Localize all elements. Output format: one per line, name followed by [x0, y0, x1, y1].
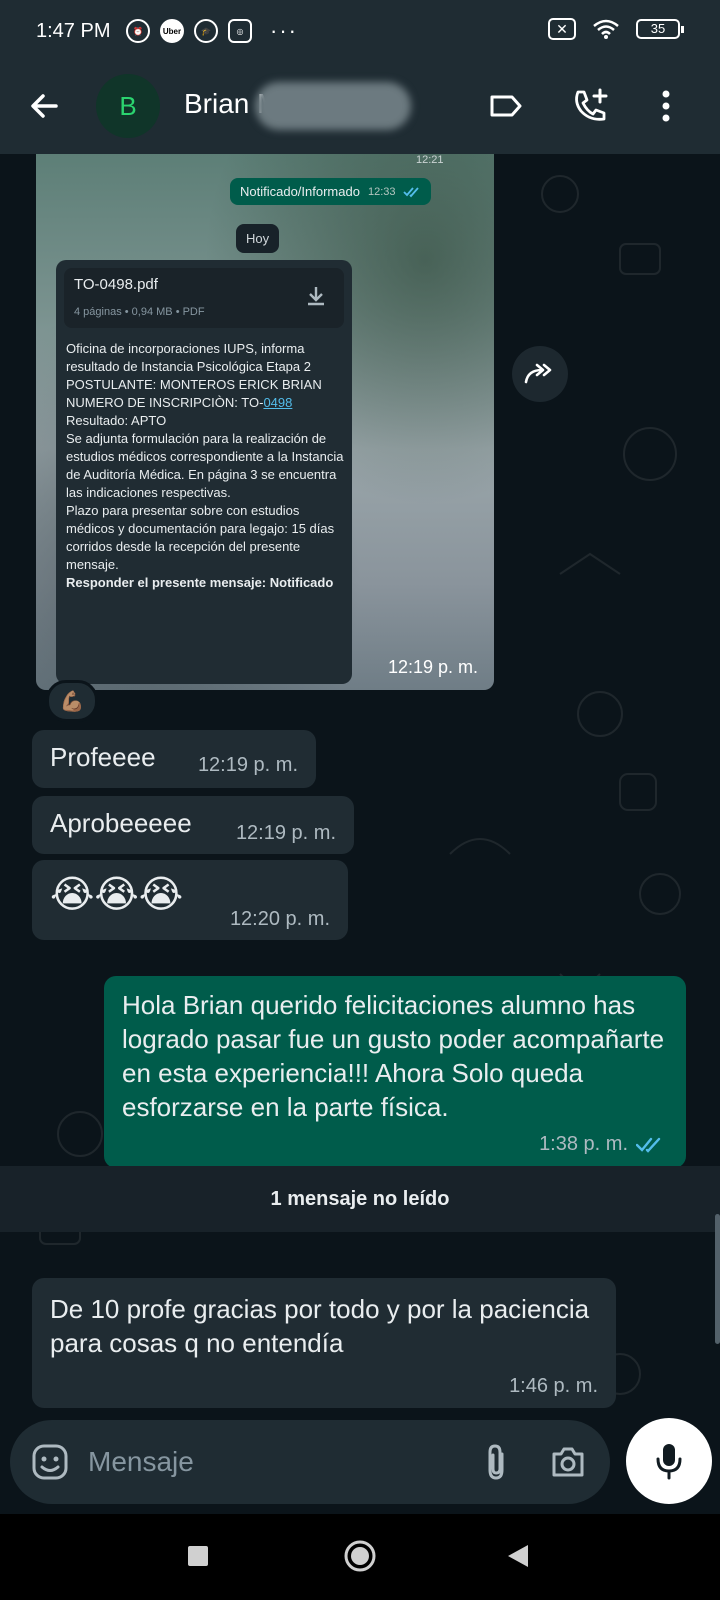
download-icon — [308, 287, 324, 306]
status-system-icons: ✕ 35 — [548, 18, 684, 40]
recents-button[interactable] — [178, 1536, 218, 1576]
more-vert-icon — [662, 90, 670, 122]
emoji-icon[interactable] — [30, 1442, 70, 1482]
inner-top-time: 12:21 — [416, 154, 444, 166]
status-time: 1:47 PM — [36, 20, 111, 42]
caption-line: Plazo para presentar sobre con estudios … — [66, 503, 335, 572]
add-call-button[interactable] — [568, 84, 612, 128]
date-chip: Hoy — [236, 224, 280, 253]
voice-record-button[interactable] — [626, 1418, 712, 1504]
graduation-cap-icon: 🎓 — [194, 19, 218, 43]
scrollbar[interactable] — [715, 1214, 720, 1344]
incoming-message[interactable]: De 10 profe gracias por todo y por la pa… — [32, 1278, 616, 1408]
caption-line: Oficina de incorporaciones IUPS, informa… — [66, 341, 311, 374]
caption-link: 0498 — [263, 395, 293, 410]
document-bubble: TO-0498.pdf 4 páginas • 0,94 MB • PDF Of… — [56, 260, 352, 684]
message-time: 12:20 p. m. — [229, 908, 330, 930]
caption-line: Resultado: APTO — [66, 413, 167, 428]
battery-icon: 35 — [636, 19, 684, 39]
message-time: 12:19 p. m. — [197, 754, 298, 776]
forward-icon — [524, 363, 552, 384]
message-input[interactable] — [88, 1440, 448, 1484]
status-bar: 1:47 PM ⏰ Uber 🎓 ◎ ··· ✕ 35 — [0, 0, 720, 64]
status-notification-icons: ⏰ Uber 🎓 ◎ ··· — [126, 18, 298, 44]
no-sim-icon: ✕ — [548, 18, 576, 40]
incoming-message[interactable]: Profeeee 12:19 p. m. — [32, 730, 316, 788]
message-time: 1:46 p. m. — [509, 1375, 598, 1397]
message-text: Hola Brian querido felicitaciones alumno… — [122, 990, 665, 1122]
message-text: De 10 profe gracias por todo y por la pa… — [50, 1294, 590, 1358]
forward-button[interactable] — [512, 346, 568, 402]
inner-outgoing-text: Notificado/Informado — [240, 184, 360, 199]
inner-outgoing-bubble: Notificado/Informado 12:33 — [230, 178, 432, 205]
message-time: 12:19 p. m. — [387, 657, 478, 677]
message-text: Profeeee — [50, 742, 156, 772]
outgoing-message[interactable]: Hola Brian querido felicitaciones alumno… — [104, 976, 686, 1168]
unread-messages-banner: 1 mensaje no leído — [0, 1166, 720, 1232]
home-icon — [344, 1540, 376, 1572]
system-navigation-bar — [0, 1514, 720, 1600]
read-ticks-icon — [403, 186, 420, 197]
document-name: TO-0498.pdf — [74, 276, 158, 293]
instagram-icon: ◎ — [228, 19, 252, 43]
read-ticks-icon — [636, 1137, 661, 1153]
label-icon — [490, 95, 522, 117]
home-button[interactable] — [340, 1536, 380, 1576]
incoming-message[interactable]: Aprobeeeee 12:19 p. m. — [32, 796, 354, 854]
document-caption: Oficina de incorporaciones IUPS, informa… — [66, 340, 346, 592]
more-options-button[interactable] — [644, 84, 688, 128]
contact-avatar[interactable]: B — [96, 74, 160, 138]
message-text: Aprobeeeee — [50, 808, 192, 838]
uber-icon: Uber — [160, 19, 184, 43]
chat-header: B Brian M — [0, 64, 720, 154]
more-notifications-icon: ··· — [270, 18, 298, 43]
back-nav-icon — [508, 1545, 528, 1567]
message-text: 😭😭😭 — [50, 874, 184, 916]
alarm-icon: ⏰ — [126, 19, 150, 43]
mic-icon — [656, 1444, 682, 1480]
caption-line: NUMERO DE INSCRIPCIÒN: TO-0498 — [66, 394, 346, 412]
redaction-blur — [255, 82, 411, 130]
wifi-icon — [593, 19, 619, 39]
message-time: 1:38 p. m. — [539, 1133, 628, 1155]
camera-icon[interactable] — [548, 1442, 588, 1482]
caption-text: NUMERO DE INSCRIPCIÒN: TO- — [66, 395, 264, 410]
attach-icon[interactable] — [476, 1442, 516, 1482]
message-composer — [10, 1420, 610, 1504]
add-call-icon — [575, 88, 608, 121]
back-arrow-icon[interactable] — [24, 86, 64, 126]
label-button[interactable] — [484, 84, 528, 128]
recents-icon — [188, 1546, 208, 1566]
document-meta: 4 páginas • 0,94 MB • PDF — [74, 306, 205, 318]
chat-messages-area[interactable]: 12:21 Notificado/Informado 12:33 Hoy TO-… — [0, 154, 720, 1416]
document-card: TO-0498.pdf 4 páginas • 0,94 MB • PDF — [64, 268, 344, 328]
incoming-message[interactable]: 😭😭😭 12:20 p. m. — [32, 860, 348, 940]
message-time: 12:19 p. m. — [235, 822, 336, 844]
caption-line: POSTULANTE: MONTEROS ERICK BRIAN — [66, 377, 322, 392]
back-nav-button[interactable] — [498, 1536, 538, 1576]
caption-line: Responder el presente mensaje: Notificad… — [66, 575, 334, 590]
caption-line: Se adjunta formulación para la realizaci… — [66, 431, 344, 500]
image-message[interactable]: 12:21 Notificado/Informado 12:33 Hoy TO-… — [36, 154, 494, 690]
message-reaction[interactable]: 💪🏽 — [46, 680, 98, 722]
inner-outgoing-time: 12:33 — [367, 185, 396, 198]
